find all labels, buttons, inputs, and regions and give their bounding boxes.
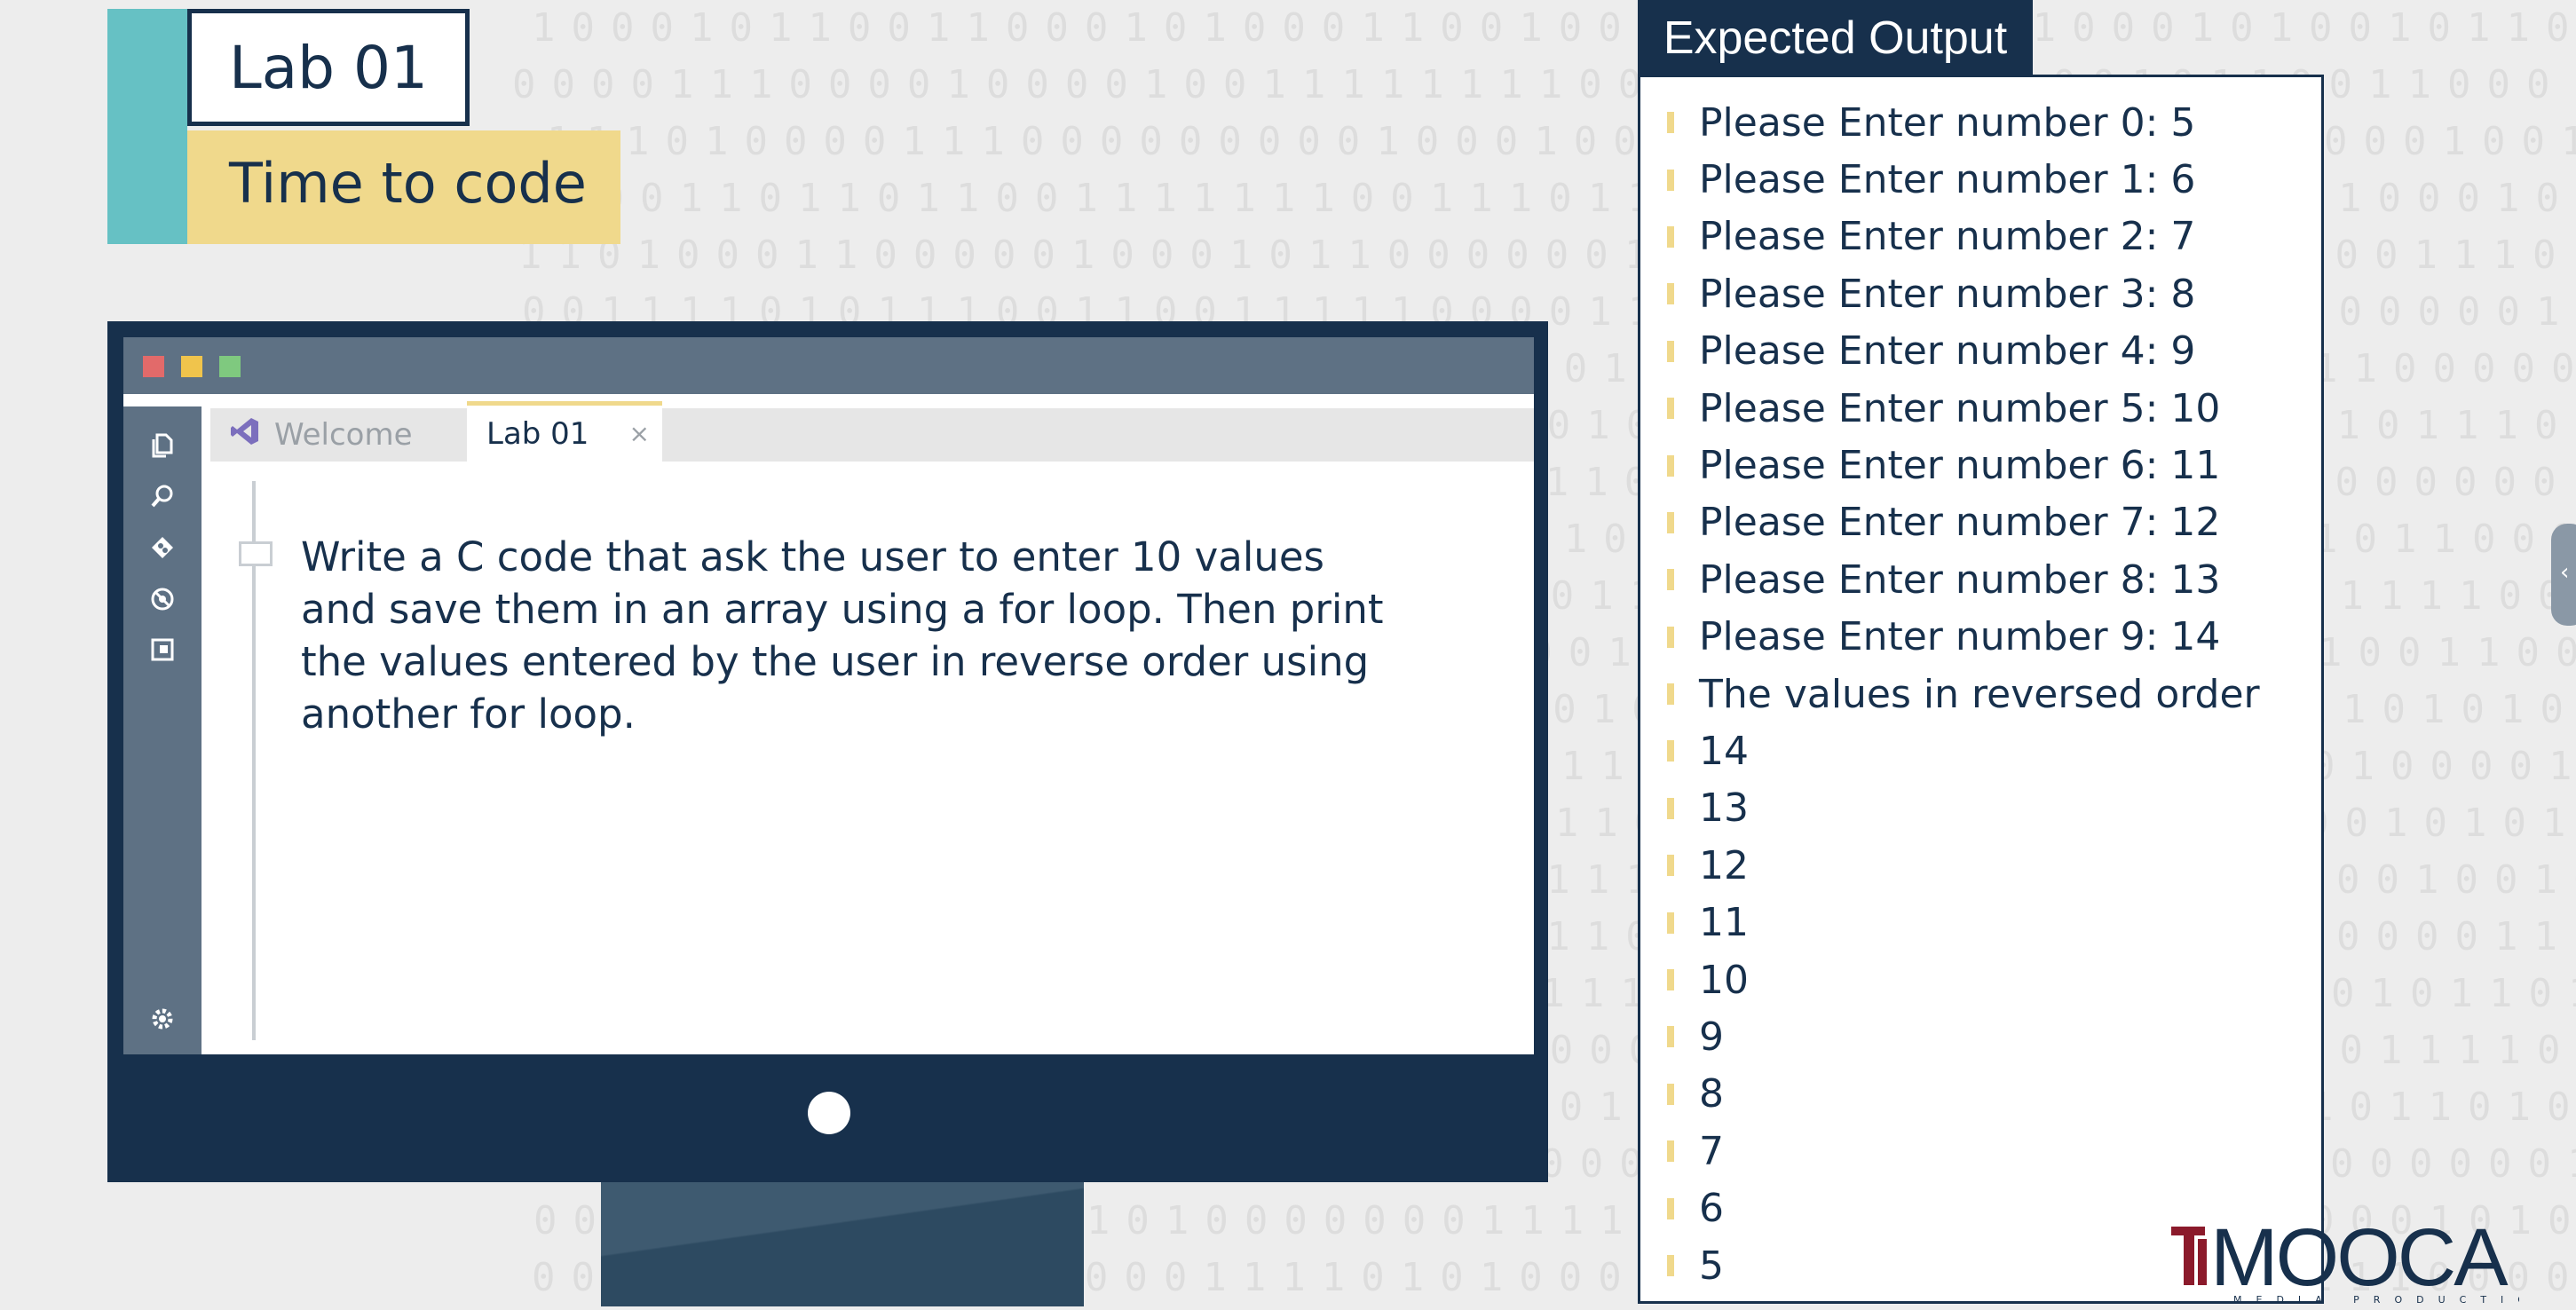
output-line-text: 6 xyxy=(1699,1186,1724,1232)
output-line-text: Please Enter number 0: 5 xyxy=(1699,99,2196,146)
line-marker xyxy=(1667,340,1674,362)
line-marker xyxy=(1667,398,1674,420)
line-marker xyxy=(1667,511,1674,533)
output-line: 9 xyxy=(1667,1008,2260,1065)
line-marker xyxy=(1667,1197,1674,1219)
line-marker xyxy=(1667,683,1674,706)
output-line: Please Enter number 5: 10 xyxy=(1667,380,2260,437)
tab-lab-01-label: Lab 01 xyxy=(486,415,589,452)
output-line: 11 xyxy=(1667,894,2260,951)
output-line-text: 7 xyxy=(1699,1128,1724,1174)
output-line: Please Enter number 1: 6 xyxy=(1667,151,2260,208)
source-control-icon[interactable] xyxy=(143,528,182,567)
output-line: 10 xyxy=(1667,951,2260,1008)
output-line-text: Please Enter number 7: 12 xyxy=(1699,500,2221,546)
svg-text:MOOCA: MOOCA xyxy=(2210,1214,2509,1303)
output-line: Please Enter number 9: 14 xyxy=(1667,609,2260,666)
files-icon[interactable] xyxy=(143,426,182,465)
line-marker xyxy=(1667,1255,1674,1276)
output-line: 12 xyxy=(1667,837,2260,894)
output-line-text: 14 xyxy=(1699,728,1749,774)
line-marker xyxy=(1667,1083,1674,1105)
expected-output-header: Expected Output xyxy=(1638,0,2033,76)
line-marker xyxy=(1667,911,1674,934)
output-line: Please Enter number 4: 9 xyxy=(1667,323,2260,380)
output-line-text: Please Enter number 5: 10 xyxy=(1699,385,2221,431)
output-line-text: Please Enter number 9: 14 xyxy=(1699,614,2221,660)
output-line: 7 xyxy=(1667,1123,2260,1180)
debug-icon[interactable] xyxy=(143,580,182,619)
monitor-stand xyxy=(601,1182,1084,1306)
output-line-text: Please Enter number 2: 7 xyxy=(1699,214,2196,260)
editor-window: Welcome Lab 01 × Write a C code that ask… xyxy=(123,337,1534,1054)
output-line: Please Enter number 8: 13 xyxy=(1667,551,2260,608)
line-marker xyxy=(1667,797,1674,819)
instruction-text: Write a C code that ask the user to ente… xyxy=(301,533,1384,738)
output-line-text: 10 xyxy=(1699,957,1749,1003)
lab-title: Lab 01 xyxy=(187,9,470,126)
side-panel-toggle[interactable]: ‹ xyxy=(2551,524,2576,626)
visual-studio-icon xyxy=(230,416,265,454)
line-marker xyxy=(1667,1026,1674,1048)
window-close-button[interactable] xyxy=(143,356,164,377)
tab-lab-01[interactable]: Lab 01 × xyxy=(467,401,662,462)
window-minimize-button[interactable] xyxy=(181,356,202,377)
line-marker xyxy=(1667,569,1674,591)
activity-bar xyxy=(123,406,201,1054)
editor-titlebar xyxy=(123,337,1534,394)
mooca-logo: MOOCA MEDIA PRODUCTION xyxy=(2171,1212,2547,1306)
output-line-text: The values in reversed order xyxy=(1699,671,2260,717)
line-marker xyxy=(1667,740,1674,762)
output-line-text: 8 xyxy=(1699,1071,1724,1117)
output-line-text: 12 xyxy=(1699,842,1749,888)
window-maximize-button[interactable] xyxy=(219,356,241,377)
output-line-text: Please Enter number 6: 11 xyxy=(1699,443,2221,489)
fold-marker[interactable] xyxy=(239,541,273,566)
page-subtitle: Time to code xyxy=(229,151,587,216)
output-line-text: Please Enter number 3: 8 xyxy=(1699,271,2196,317)
line-marker xyxy=(1667,454,1674,477)
output-line: 8 xyxy=(1667,1066,2260,1123)
output-line-text: Please Enter number 4: 9 xyxy=(1699,328,2196,375)
output-line: The values in reversed order xyxy=(1667,666,2260,722)
tab-welcome[interactable]: Welcome xyxy=(210,408,462,462)
output-line-text: 9 xyxy=(1699,1014,1724,1060)
output-line: 13 xyxy=(1667,780,2260,837)
line-marker xyxy=(1667,169,1674,191)
chevron-left-icon: ‹ xyxy=(2560,559,2570,586)
line-marker xyxy=(1667,283,1674,305)
line-marker xyxy=(1667,626,1674,648)
tab-welcome-label: Welcome xyxy=(274,417,413,453)
output-line: Please Enter number 0: 5 xyxy=(1667,94,2260,151)
svg-text:MEDIA PRODUCTION: MEDIA PRODUCTION xyxy=(2233,1294,2519,1306)
line-marker xyxy=(1667,1140,1674,1163)
expected-output-list: Please Enter number 0: 5 Please Enter num… xyxy=(1667,94,2260,1294)
output-line-text: Please Enter number 8: 13 xyxy=(1699,556,2221,603)
output-line-text: Please Enter number 1: 6 xyxy=(1699,157,2196,203)
output-line-text: 5 xyxy=(1699,1243,1724,1289)
close-tab-icon[interactable]: × xyxy=(629,419,650,448)
output-line: Please Enter number 6: 11 xyxy=(1667,437,2260,493)
output-line-text: 13 xyxy=(1699,785,1749,832)
output-line-text: 11 xyxy=(1699,900,1749,946)
output-line: Please Enter number 2: 7 xyxy=(1667,209,2260,265)
line-marker xyxy=(1667,969,1674,991)
extensions-icon[interactable] xyxy=(143,630,182,669)
output-line: Please Enter number 7: 12 xyxy=(1667,494,2260,551)
line-marker xyxy=(1667,225,1674,248)
search-icon[interactable] xyxy=(143,477,182,516)
output-line: 14 xyxy=(1667,722,2260,779)
output-line: Please Enter number 3: 8 xyxy=(1667,265,2260,322)
line-marker xyxy=(1667,855,1674,877)
title-accent-bar xyxy=(107,9,187,244)
settings-icon[interactable] xyxy=(143,999,182,1038)
monitor-power-light xyxy=(808,1092,850,1134)
line-marker xyxy=(1667,112,1674,134)
